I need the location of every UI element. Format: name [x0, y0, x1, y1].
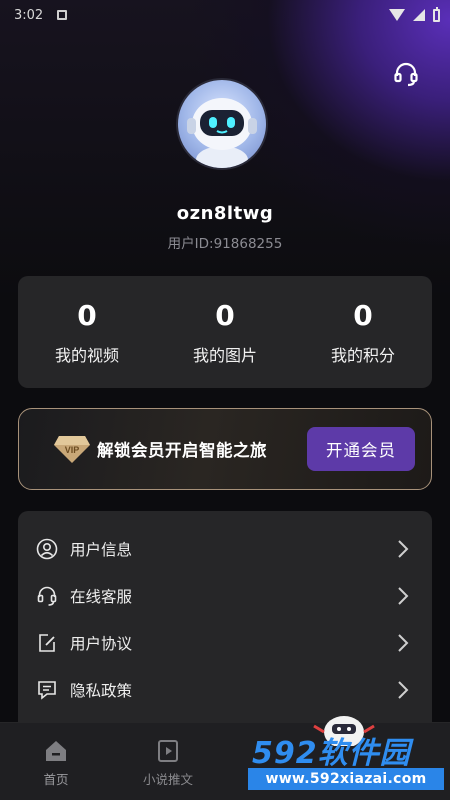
stat-label: 我的积分	[330, 345, 395, 365]
chevron-right-icon	[398, 587, 409, 605]
chevron-right-icon	[398, 634, 409, 652]
stat-points[interactable]: 0 我的积分	[294, 276, 432, 388]
menu-item-label: 隐私政策	[70, 681, 133, 700]
watermark-url: www.592xiazai.com	[248, 768, 444, 790]
username: ozn8ltwg	[176, 203, 274, 224]
vip-promo-text: 解锁会员开启智能之旅	[97, 441, 267, 460]
stat-value: 0	[77, 298, 97, 332]
tab-home[interactable]: 首页	[16, 739, 96, 788]
status-time: 3:02	[14, 7, 44, 23]
wifi-icon	[389, 9, 405, 21]
notification-icon	[57, 10, 68, 20]
headset-icon	[394, 62, 418, 87]
customer-service-button[interactable]	[390, 58, 422, 90]
watermark-brand: 592软件园	[252, 736, 411, 771]
menu-item-label: 用户信息	[70, 540, 133, 559]
menu-item-user-info[interactable]: 用户信息	[18, 525, 432, 572]
menu-item-label: 用户协议	[70, 634, 133, 653]
stat-videos[interactable]: 0 我的视频	[18, 276, 156, 388]
tab-label: 首页	[43, 772, 69, 787]
headset-icon	[36, 585, 58, 607]
home-icon	[46, 741, 66, 761]
open-membership-button[interactable]: 开通会员	[307, 427, 415, 471]
menu-item-user-agreement[interactable]: 用户协议	[18, 619, 432, 666]
stat-value: 0	[353, 298, 373, 332]
vip-banner[interactable]: VIP 解锁会员开启智能之旅 开通会员	[18, 408, 432, 490]
tab-novel-promo[interactable]: 小说推文	[128, 739, 208, 788]
battery-icon	[433, 6, 440, 22]
chevron-right-icon	[398, 681, 409, 699]
avatar[interactable]	[176, 78, 268, 170]
user-id: 用户ID:91868255	[167, 236, 283, 252]
robot-avatar-icon	[187, 98, 257, 168]
stats-card: 0 我的视频 0 我的图片 0 我的积分	[18, 276, 432, 388]
stat-value: 0	[215, 298, 235, 332]
tab-label: 小说推文	[142, 772, 193, 787]
message-list-icon	[36, 679, 58, 701]
play-book-icon	[158, 740, 178, 762]
menu-item-label: 在线客服	[70, 587, 133, 606]
user-circle-icon	[36, 538, 58, 560]
signal-icon	[413, 9, 425, 21]
menu-item-online-service[interactable]: 在线客服	[18, 572, 432, 619]
status-bar: 3:02	[0, 0, 450, 30]
chevron-right-icon	[398, 540, 409, 558]
vip-badge-text: VIP	[65, 445, 80, 455]
watermark: 592软件园 www.592xiazai.com	[248, 724, 448, 798]
vip-diamond-icon: VIP	[54, 436, 90, 463]
stat-images[interactable]: 0 我的图片	[156, 276, 294, 388]
stat-label: 我的图片	[192, 345, 257, 365]
stat-label: 我的视频	[54, 345, 119, 365]
edit-document-icon	[36, 632, 58, 654]
